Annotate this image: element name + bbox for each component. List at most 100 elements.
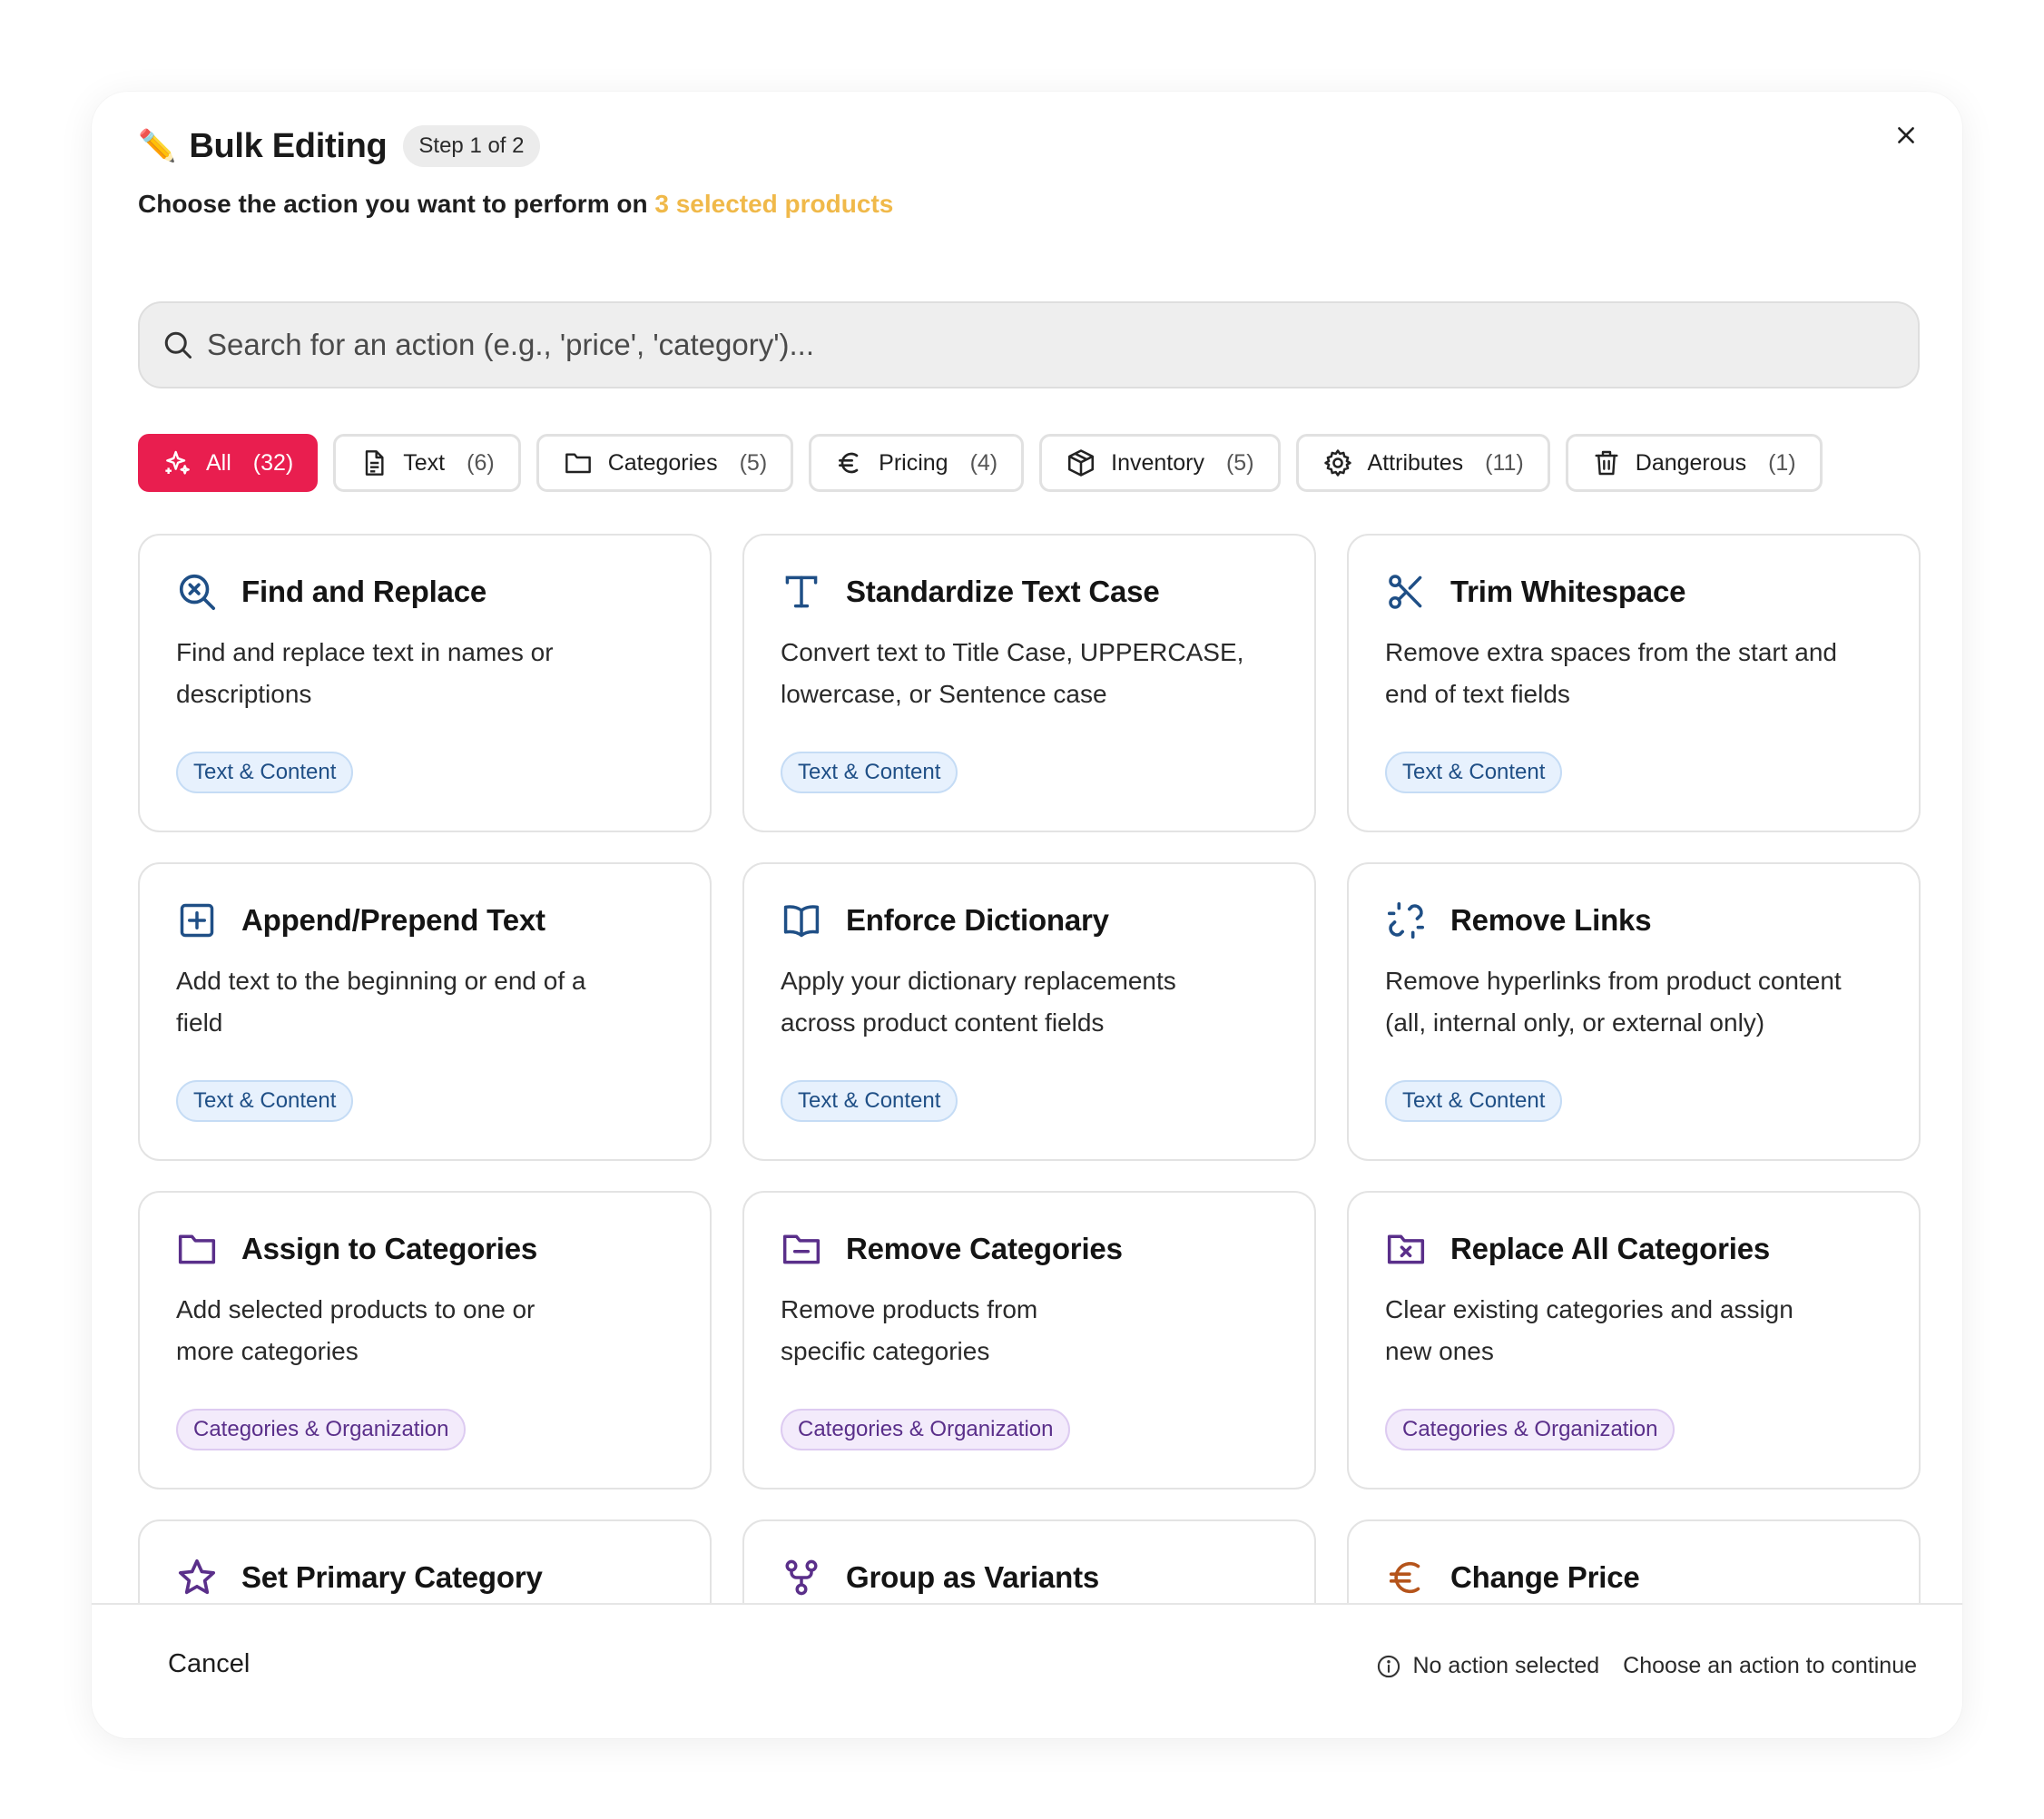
- card-title: Set Primary Category: [241, 1560, 543, 1594]
- filter-count: (11): [1485, 449, 1524, 476]
- action-card-append-prepend-text[interactable]: Append/Prepend Text Add text to the begi…: [138, 862, 712, 1161]
- search-replace-icon: [176, 571, 218, 613]
- category-tag: Text & Content: [176, 752, 354, 793]
- card-description: Convert text to Title Case, UPPERCASE, l…: [781, 638, 1244, 708]
- card-description: Find and replace text in names or descri…: [176, 638, 554, 708]
- text-case-icon: [781, 571, 822, 613]
- euro-icon: [1385, 1557, 1427, 1598]
- cancel-button[interactable]: Cancel: [168, 1649, 250, 1679]
- search-icon: [164, 331, 192, 359]
- card-header: Find and Replace: [176, 568, 673, 615]
- filter-label: All: [206, 449, 231, 476]
- category-tag: Categories & Organization: [781, 1409, 1071, 1450]
- filter-all[interactable]: All (32): [138, 434, 319, 492]
- folder-icon: [176, 1228, 218, 1270]
- search-input[interactable]: [207, 303, 1918, 387]
- category-tag: Text & Content: [1385, 752, 1563, 793]
- filter-label: Inventory: [1111, 449, 1204, 476]
- action-card-trim-whitespace[interactable]: Trim Whitespace Remove extra spaces from…: [1347, 534, 1921, 832]
- action-card-remove-links[interactable]: Remove Links Remove hyperlinks from prod…: [1347, 862, 1921, 1161]
- card-header: Change Price: [1385, 1554, 1882, 1601]
- info-icon: [1378, 1655, 1400, 1677]
- card-description: Add text to the beginning or end of a fi…: [176, 967, 586, 1037]
- category-tag: Categories & Organization: [1385, 1409, 1675, 1450]
- action-card-enforce-dictionary[interactable]: Enforce Dictionary Apply your dictionary…: [742, 862, 1316, 1161]
- card-description: Clear existing categories and assign new…: [1385, 1295, 1793, 1365]
- card-header: Append/Prepend Text: [176, 897, 673, 944]
- card-description: Remove hyperlinks from product content (…: [1385, 967, 1842, 1037]
- bulk-edit-dialog: ✏️ Bulk Editing Step 1 of 2 Choose the a…: [92, 92, 1962, 1738]
- card-title: Assign to Categories: [241, 1232, 538, 1265]
- filter-count: (1): [1768, 449, 1796, 476]
- title-row: ✏️ Bulk Editing Step 1 of 2: [138, 124, 1916, 168]
- filter-text[interactable]: Text (6): [333, 434, 521, 492]
- status-text: No action selected: [1412, 1653, 1600, 1678]
- card-title: Find and Replace: [241, 575, 487, 608]
- dialog-subtitle: Choose the action you want to perform on…: [138, 190, 1916, 219]
- filter-label: Pricing: [879, 449, 948, 476]
- category-tag: Text & Content: [781, 752, 958, 793]
- card-description: Remove products from specific categories: [781, 1295, 1038, 1365]
- filter-label: Categories: [607, 449, 718, 476]
- close-button[interactable]: [1879, 108, 1933, 162]
- euro-icon: [839, 452, 859, 474]
- filter-categories[interactable]: Categories (5): [536, 434, 794, 492]
- action-grid: Find and Replace Find and replace text i…: [138, 534, 1921, 1738]
- filter-label: Text: [403, 449, 446, 476]
- filter-count: (6): [467, 449, 495, 476]
- folder-x-icon: [1385, 1228, 1427, 1270]
- filter-dangerous[interactable]: Dangerous (1): [1565, 434, 1823, 492]
- folder-minus-icon: [781, 1228, 822, 1270]
- filter-pricing[interactable]: Pricing (4): [809, 434, 1025, 492]
- card-description: Apply your dictionary replacements acros…: [781, 967, 1176, 1037]
- filter-count: (4): [969, 449, 998, 476]
- card-title: Append/Prepend Text: [241, 903, 545, 937]
- action-card-standardize-text-case[interactable]: Standardize Text Case Convert text to Ti…: [742, 534, 1316, 832]
- dialog-footer: Cancel No action selected Choose an acti…: [92, 1603, 1962, 1738]
- filter-attributes[interactable]: Attributes (11): [1295, 434, 1550, 492]
- category-tag: Categories & Organization: [176, 1409, 467, 1450]
- category-tag: Text & Content: [1385, 1080, 1563, 1122]
- star-icon: [176, 1557, 218, 1598]
- action-card-find-and-replace[interactable]: Find and Replace Find and replace text i…: [138, 534, 712, 832]
- close-icon: [1898, 127, 1914, 143]
- trash-icon: [1595, 450, 1618, 476]
- selected-products-count: 3 selected products: [654, 190, 894, 218]
- filter-label: Dangerous: [1635, 449, 1747, 476]
- scissors-icon: [1385, 571, 1427, 613]
- status-hint: Choose an action to continue: [1623, 1653, 1917, 1678]
- category-tag: Text & Content: [176, 1080, 354, 1122]
- action-search: [138, 301, 1920, 388]
- card-header: Remove Categories: [781, 1225, 1278, 1273]
- card-description: Add selected products to one or more cat…: [176, 1295, 536, 1365]
- action-card-assign-to-categories[interactable]: Assign to Categories Add selected produc…: [138, 1191, 712, 1490]
- document-icon: [366, 450, 384, 476]
- card-header: Remove Links: [1385, 897, 1882, 944]
- card-title: Remove Categories: [846, 1232, 1123, 1265]
- card-title: Remove Links: [1450, 903, 1652, 937]
- card-title: Replace All Categories: [1450, 1232, 1771, 1265]
- sparkles-icon: [165, 450, 190, 475]
- dialog-header: ✏️ Bulk Editing Step 1 of 2 Choose the a…: [138, 124, 1916, 219]
- folder-icon: [565, 453, 591, 474]
- card-title: Change Price: [1450, 1560, 1640, 1594]
- subtitle-text: Choose the action you want to perform on: [138, 190, 648, 218]
- card-header: Replace All Categories: [1385, 1225, 1882, 1273]
- card-header: Trim Whitespace: [1385, 568, 1882, 615]
- action-card-replace-all-categories[interactable]: Replace All Categories Clear existing ca…: [1347, 1191, 1921, 1490]
- card-description: Remove extra spaces from the start and e…: [1385, 638, 1837, 708]
- card-title: Group as Variants: [846, 1560, 1100, 1594]
- action-card-remove-categories[interactable]: Remove Categories Remove products from s…: [742, 1191, 1316, 1490]
- filter-count: (5): [1225, 449, 1254, 476]
- card-title: Trim Whitespace: [1450, 575, 1686, 608]
- step-badge: Step 1 of 2: [403, 125, 540, 167]
- filter-count: (32): [252, 449, 294, 476]
- filter-count: (5): [739, 449, 768, 476]
- plus-square-icon: [176, 900, 218, 941]
- box-icon: [1068, 449, 1095, 477]
- filter-bar: All (32) Text (6) Categories (5) Pricing…: [138, 434, 1823, 492]
- category-tag: Text & Content: [781, 1080, 958, 1122]
- unlink-icon: [1385, 900, 1427, 941]
- gear-icon: [1323, 449, 1351, 477]
- filter-inventory[interactable]: Inventory (5): [1039, 434, 1281, 492]
